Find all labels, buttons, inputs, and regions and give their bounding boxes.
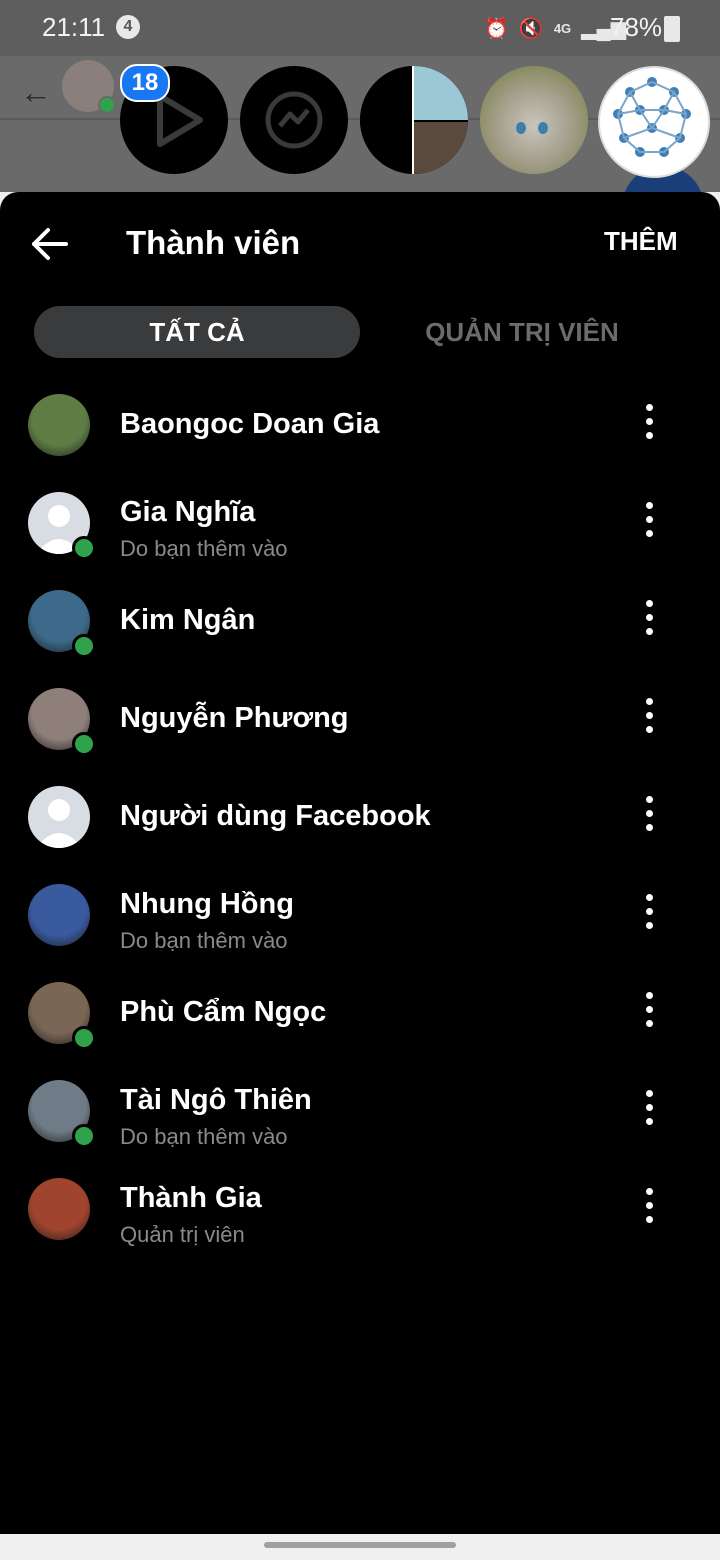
member-row[interactable]: Nhung Hồng Do bạn thêm vào [0,878,720,976]
more-options-button[interactable] [636,696,664,736]
more-dot-icon [646,502,653,509]
member-name: Tài Ngô Thiên [120,1084,312,1116]
more-options-button[interactable] [636,990,664,1030]
member-name: Thành Gia [120,1182,262,1214]
more-dot-icon [646,432,653,439]
member-list: Baongoc Doan Gia Gia Nghĩa Do bạn thêm vào… [0,388,720,1270]
more-dot-icon [646,698,653,705]
member-avatar[interactable] [28,1178,90,1240]
more-dot-icon [646,922,653,929]
molecule-photo [613,77,691,157]
more-dot-icon [646,726,653,733]
more-dot-icon [646,1202,653,1209]
online-status-dot [72,634,96,658]
more-dot-icon [646,1006,653,1013]
online-status-dot [72,1026,96,1050]
member-name: Nhung Hồng [120,888,294,920]
member-row[interactable]: Phù Cẩm Ngọc [0,976,720,1074]
more-dot-icon [646,628,653,635]
member-name: Nguyễn Phương [120,702,349,734]
more-dot-icon [646,614,653,621]
more-dot-icon [646,824,653,831]
online-status-dot [72,536,96,560]
default-avatar-icon [28,786,90,848]
group-photo-top [414,66,468,120]
more-dot-icon [646,404,653,411]
more-dot-icon [646,712,653,719]
chat-head-group[interactable] [360,66,468,174]
chat-head-cat[interactable] [480,66,588,174]
more-dot-icon [646,992,653,999]
tab-bar: TẤT CẢ QUẢN TRỊ VIÊN [34,306,684,358]
more-options-button[interactable] [636,402,664,442]
chat-heads: 18 [0,0,720,200]
unread-badge: 18 [120,64,170,102]
more-options-button[interactable] [636,1088,664,1128]
add-member-button[interactable]: THÊM [604,226,678,257]
member-avatar[interactable] [28,394,90,456]
member-row[interactable]: Người dùng Facebook [0,780,720,878]
more-options-button[interactable] [636,500,664,540]
member-subtitle: Do bạn thêm vào [120,928,288,953]
messenger-icon [265,91,323,149]
more-options-button[interactable] [636,794,664,834]
online-status-dot [72,1124,96,1148]
member-subtitle: Do bạn thêm vào [120,536,288,561]
member-name: Gia Nghĩa [120,496,256,528]
more-dot-icon [646,908,653,915]
more-dot-icon [646,1118,653,1125]
members-sheet: Thành viên THÊM TẤT CẢ QUẢN TRỊ VIÊN Bao… [0,192,720,1534]
group-photo-bottom [414,122,468,174]
more-dot-icon [646,810,653,817]
member-name: Người dùng Facebook [120,800,431,832]
member-row[interactable]: Nguyễn Phương [0,682,720,780]
more-dot-icon [646,1188,653,1195]
member-name: Phù Cẩm Ngọc [120,996,327,1028]
more-dot-icon [646,1020,653,1027]
back-arrow-icon [32,228,68,260]
more-options-button[interactable] [636,892,664,932]
member-row[interactable]: Thành Gia Quản trị viên [0,1172,720,1270]
member-row[interactable]: Kim Ngân [0,584,720,682]
more-dot-icon [646,1090,653,1097]
member-row[interactable]: Gia Nghĩa Do bạn thêm vào [0,486,720,584]
more-dot-icon [646,894,653,901]
more-dot-icon [646,418,653,425]
member-subtitle: Do bạn thêm vào [120,1124,288,1149]
tab-all[interactable]: TẤT CẢ [34,306,360,358]
online-status-dot [72,732,96,756]
more-dot-icon [646,1216,653,1223]
chat-head-messenger[interactable] [240,66,348,174]
more-dot-icon [646,516,653,523]
member-name: Kim Ngân [120,604,256,636]
member-avatar[interactable] [28,786,90,848]
more-dot-icon [646,796,653,803]
back-button[interactable] [28,222,72,266]
member-avatar[interactable] [28,884,90,946]
member-row[interactable]: Tài Ngô Thiên Do bạn thêm vào [0,1074,720,1172]
page-title: Thành viên [126,224,301,261]
more-options-button[interactable] [636,598,664,638]
member-row[interactable]: Baongoc Doan Gia [0,388,720,486]
member-subtitle: Quản trị viên [120,1222,245,1247]
home-indicator[interactable] [264,1542,456,1548]
more-dot-icon [646,1104,653,1111]
more-dot-icon [646,600,653,607]
tab-admins[interactable]: QUẢN TRỊ VIÊN [360,306,684,358]
more-dot-icon [646,530,653,537]
more-options-button[interactable] [636,1186,664,1226]
chat-head-molecule[interactable] [598,66,710,178]
member-name: Baongoc Doan Gia [120,408,380,440]
